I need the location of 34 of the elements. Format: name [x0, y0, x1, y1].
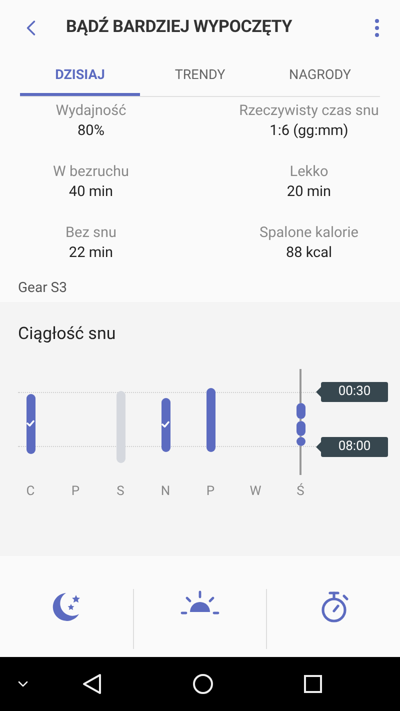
stat-value: 80% — [78, 121, 104, 141]
stat-value: 88 kcal — [286, 243, 332, 263]
recent-apps-icon[interactable] — [303, 674, 323, 694]
stat-label: Bez snu — [66, 223, 116, 243]
card-title: Ciągłość snu — [17, 323, 117, 346]
day-label: P — [71, 482, 80, 500]
page-title: BĄDŹ BARDZIEJ WYPOCZĘTY — [66, 16, 294, 39]
device-name: Gear S3 — [17, 279, 68, 298]
tab[interactable]: DZISIAJ — [20, 58, 140, 96]
check-icon — [162, 421, 170, 428]
back-icon[interactable] — [81, 673, 103, 695]
day-label: Ś — [296, 482, 304, 500]
tab[interactable]: NAGRODY — [260, 58, 380, 96]
day-label: N — [160, 482, 170, 500]
time-tooltip: 08:00 — [316, 436, 388, 456]
stat-label: Spalone kalorie — [260, 223, 358, 243]
stat-value: 20 min — [286, 182, 332, 202]
day-label: W — [250, 482, 262, 500]
sleep-bar — [116, 390, 125, 462]
tab[interactable]: TRENDY — [140, 58, 260, 96]
stat-label: W bezruchu — [53, 162, 129, 182]
check-icon — [26, 420, 34, 427]
stat-label: Lekko — [290, 162, 328, 182]
stat-label: Wydajność — [56, 101, 126, 121]
day-label: P — [206, 482, 215, 500]
day-label: C — [26, 482, 35, 500]
stat-label: Rzeczywisty czas snu — [239, 101, 379, 121]
stat-value: 40 min — [68, 182, 114, 202]
time-tooltip: 00:30 — [316, 382, 388, 402]
stat-value: 1:6 (gg:mm) — [270, 121, 348, 141]
sunrise-icon — [180, 590, 220, 616]
stat-value: 22 min — [68, 243, 114, 263]
home-icon[interactable] — [192, 673, 214, 695]
day-label: S — [116, 482, 124, 500]
